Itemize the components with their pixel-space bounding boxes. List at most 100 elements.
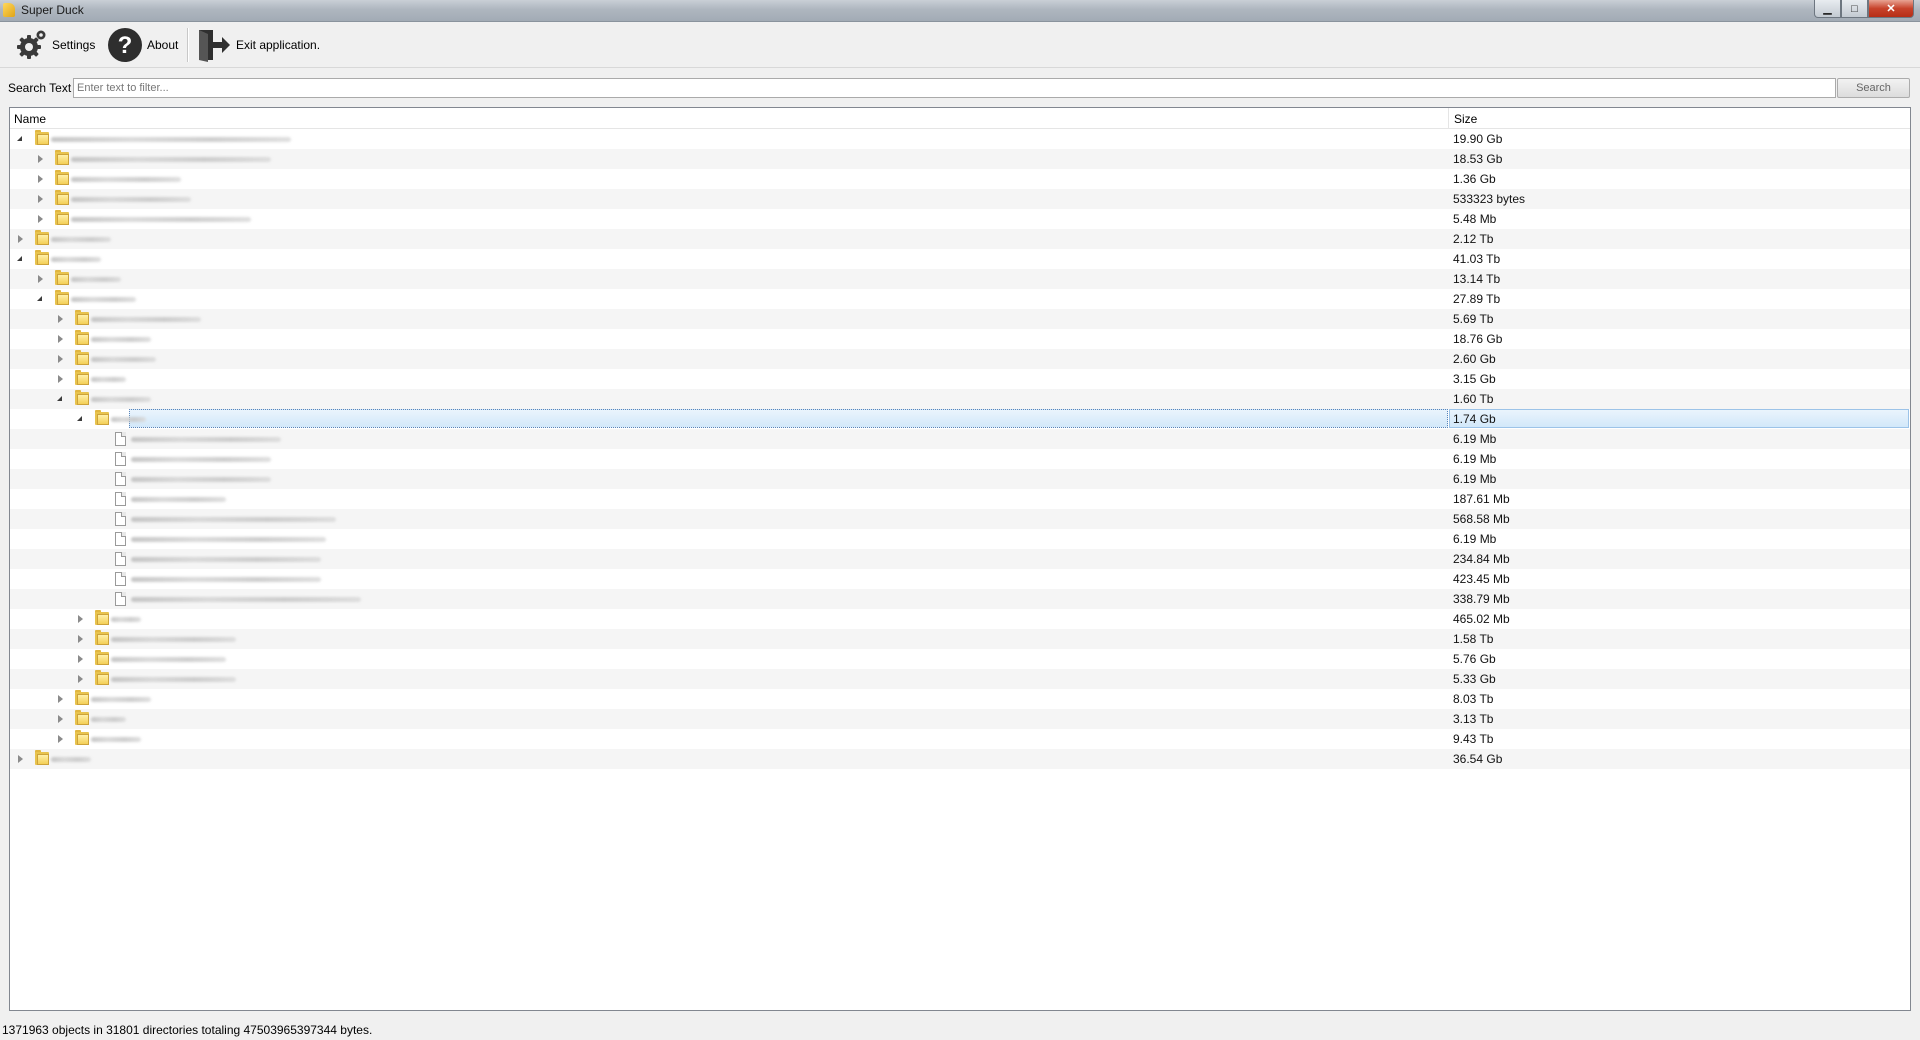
size-value: 3.15 Gb xyxy=(1453,372,1496,386)
search-input[interactable] xyxy=(73,78,1836,98)
redacted-name xyxy=(51,257,101,262)
expand-arrow-icon[interactable] xyxy=(55,354,65,364)
selection-highlight-size xyxy=(1449,409,1909,428)
tree-row-file[interactable]: 6.19 Mb xyxy=(10,429,1910,449)
tree-row-file[interactable]: 568.58 Mb xyxy=(10,509,1910,529)
tree-row-folder[interactable]: 5.69 Tb xyxy=(10,309,1910,329)
size-value: 6.19 Mb xyxy=(1453,452,1497,466)
size-value: 9.43 Tb xyxy=(1453,732,1494,746)
tree-row-folder[interactable]: 36.54 Gb xyxy=(10,749,1910,769)
size-value: 36.54 Gb xyxy=(1453,752,1503,766)
exit-label: Exit application. xyxy=(236,38,321,52)
folder-icon xyxy=(95,650,109,665)
collapse-arrow-icon[interactable] xyxy=(15,134,25,144)
tree-row-folder[interactable]: 5.33 Gb xyxy=(10,669,1910,689)
maximize-button[interactable]: □ xyxy=(1841,0,1868,18)
tree-header: Name Size xyxy=(10,108,1910,129)
tree-row-folder[interactable]: 1.58 Tb xyxy=(10,629,1910,649)
tree-row-file[interactable]: 234.84 Mb xyxy=(10,549,1910,569)
tree-row-folder[interactable]: 533323 bytes xyxy=(10,189,1910,209)
tree-row-file[interactable]: 6.19 Mb xyxy=(10,529,1910,549)
tree-row-file[interactable]: 187.61 Mb xyxy=(10,489,1910,509)
expand-arrow-icon[interactable] xyxy=(35,214,45,224)
folder-icon xyxy=(75,390,89,405)
size-value: 1.74 Gb xyxy=(1453,412,1496,426)
tree-row-folder[interactable]: 2.60 Gb xyxy=(10,349,1910,369)
tree-row-folder[interactable]: 1.74 Gb xyxy=(10,409,1910,429)
tree-row-folder[interactable]: 18.53 Gb xyxy=(10,149,1910,169)
tree-row-folder[interactable]: 27.89 Tb xyxy=(10,289,1910,309)
tree-row-folder[interactable]: 18.76 Gb xyxy=(10,329,1910,349)
selection-highlight xyxy=(129,409,1448,428)
size-value: 18.76 Gb xyxy=(1453,332,1503,346)
size-value: 5.76 Gb xyxy=(1453,652,1496,666)
expand-arrow-icon[interactable] xyxy=(55,714,65,724)
folder-icon xyxy=(75,350,89,365)
size-value: 533323 bytes xyxy=(1453,192,1526,206)
tree-row-folder[interactable]: 5.76 Gb xyxy=(10,649,1910,669)
collapse-arrow-icon[interactable] xyxy=(15,254,25,264)
close-button[interactable]: ✕ xyxy=(1868,0,1914,18)
exit-button[interactable]: Exit application. xyxy=(196,25,320,65)
tree-row-folder[interactable]: 5.48 Mb xyxy=(10,209,1910,229)
search-label: Search Text xyxy=(8,81,72,95)
file-icon xyxy=(115,552,126,566)
tree-row-file[interactable]: 6.19 Mb xyxy=(10,469,1910,489)
tree-row-folder[interactable]: 2.12 Tb xyxy=(10,229,1910,249)
tree-row-file[interactable]: 6.19 Mb xyxy=(10,449,1910,469)
tree-row-file[interactable]: 338.79 Mb xyxy=(10,589,1910,609)
expand-arrow-icon[interactable] xyxy=(75,634,85,644)
tree-row-folder[interactable]: 8.03 Tb xyxy=(10,689,1910,709)
expand-arrow-icon[interactable] xyxy=(35,154,45,164)
column-header-size[interactable]: Size xyxy=(1454,112,1477,126)
tree-row-folder[interactable]: 41.03 Tb xyxy=(10,249,1910,269)
tree-row-folder[interactable]: 1.60 Tb xyxy=(10,389,1910,409)
redacted-name xyxy=(91,357,156,362)
file-icon xyxy=(115,472,126,486)
expand-arrow-icon[interactable] xyxy=(15,234,25,244)
tree-row-folder[interactable]: 1.36 Gb xyxy=(10,169,1910,189)
column-header-name[interactable]: Name xyxy=(14,112,46,126)
tree-row-folder[interactable]: 3.13 Tb xyxy=(10,709,1910,729)
tree-row-folder[interactable]: 19.90 Gb xyxy=(10,129,1910,149)
expand-arrow-icon[interactable] xyxy=(15,754,25,764)
settings-button[interactable]: Settings xyxy=(12,25,95,65)
redacted-name xyxy=(71,197,191,202)
tree-row-folder[interactable]: 465.02 Mb xyxy=(10,609,1910,629)
size-value: 234.84 Mb xyxy=(1453,552,1510,566)
expand-arrow-icon[interactable] xyxy=(35,194,45,204)
folder-icon xyxy=(95,410,109,425)
expand-arrow-icon[interactable] xyxy=(55,694,65,704)
redacted-name xyxy=(131,597,361,602)
tree-row-folder[interactable]: 3.15 Gb xyxy=(10,369,1910,389)
search-button[interactable]: Search xyxy=(1837,78,1910,98)
redacted-name xyxy=(131,517,336,522)
expand-arrow-icon[interactable] xyxy=(55,374,65,384)
expand-arrow-icon[interactable] xyxy=(55,734,65,744)
expand-arrow-icon[interactable] xyxy=(75,654,85,664)
collapse-arrow-icon[interactable] xyxy=(35,294,45,304)
redacted-name xyxy=(91,337,151,342)
expand-arrow-icon[interactable] xyxy=(35,174,45,184)
about-button[interactable]: ? About xyxy=(107,25,178,65)
file-tree[interactable]: Name Size 19.90 Gb 18.53 Gb 1.36 Gb 533323 … xyxy=(9,107,1911,1011)
folder-icon xyxy=(55,170,69,185)
tree-row-folder[interactable]: 9.43 Tb xyxy=(10,729,1910,749)
expand-arrow-icon[interactable] xyxy=(75,614,85,624)
tree-row-folder[interactable]: 13.14 Tb xyxy=(10,269,1910,289)
minimize-button[interactable]: ▁ xyxy=(1814,0,1841,18)
expand-arrow-icon[interactable] xyxy=(75,674,85,684)
collapse-arrow-icon[interactable] xyxy=(55,394,65,404)
tree-row-file[interactable]: 423.45 Mb xyxy=(10,569,1910,589)
collapse-arrow-icon[interactable] xyxy=(75,414,85,424)
column-divider[interactable] xyxy=(1448,108,1449,128)
size-value: 423.45 Mb xyxy=(1453,572,1510,586)
redacted-name xyxy=(71,297,136,302)
expand-arrow-icon[interactable] xyxy=(55,334,65,344)
title-bar: Super Duck ▁ □ ✕ xyxy=(0,0,1920,22)
expand-arrow-icon[interactable] xyxy=(55,314,65,324)
expand-arrow-icon[interactable] xyxy=(35,274,45,284)
size-value: 8.03 Tb xyxy=(1453,692,1494,706)
tree-rows: 19.90 Gb 18.53 Gb 1.36 Gb 533323 bytes 5.48 … xyxy=(10,129,1910,769)
size-value: 2.60 Gb xyxy=(1453,352,1496,366)
